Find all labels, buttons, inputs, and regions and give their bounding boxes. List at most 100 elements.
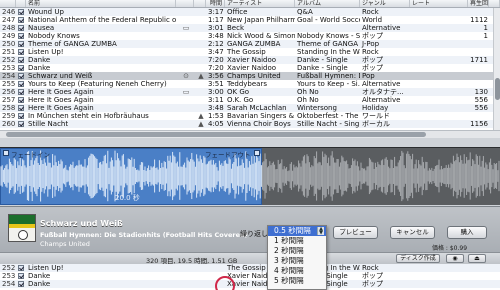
track-plays: 1 (483, 32, 488, 40)
track-checkbox[interactable] (16, 88, 26, 96)
artist-name: Champs United (40, 240, 90, 248)
checkbox-icon[interactable] (18, 33, 24, 39)
checkbox-icon[interactable] (18, 89, 24, 95)
track-checkbox[interactable] (16, 24, 26, 32)
checkbox-icon[interactable] (18, 57, 24, 63)
checkbox-icon[interactable] (18, 25, 24, 31)
table-row[interactable]: 253DankeXavier NaidooDanke - Singleポップ (0, 272, 500, 280)
dropdown-option[interactable]: 5 秒間隔 (268, 276, 326, 286)
table-row[interactable]: 253 Danke 7:20 Xavier Naidoo Danke - Single ポ… (0, 64, 500, 72)
dropdown-option[interactable]: 2 秒間隔 (268, 246, 326, 256)
checkbox-icon[interactable] (18, 105, 24, 111)
track-checkbox[interactable] (16, 280, 26, 288)
table-row[interactable]: 255 Yours to Keep (Featuring Neneh Cherry… (0, 80, 500, 88)
table-row[interactable]: 256 Here It Goes Again ▭ 3:00 OK Go Oh No オルタナ… (0, 88, 500, 96)
checkbox-icon[interactable] (18, 49, 24, 55)
lower-track-list: 252 Listen Up! The Gossip Standing In the W… (0, 264, 500, 290)
dropdown-option[interactable]: 3 秒間隔 (268, 256, 326, 266)
checkbox-icon[interactable] (18, 281, 24, 287)
table-row[interactable]: 246 Wound Up 3:17 Office Q&A Rock (0, 8, 500, 16)
track-checkbox[interactable] (16, 64, 26, 72)
checkbox-icon[interactable] (18, 97, 24, 103)
dropdown-option[interactable]: 1 秒間隔 (268, 236, 326, 246)
fade-out-checkbox[interactable] (254, 150, 260, 156)
track-number: 252 (2, 264, 16, 272)
vertical-scrollbar[interactable] (493, 8, 500, 130)
track-time: 1:53 (208, 112, 224, 120)
table-row[interactable]: 247 National Anthem of the Federal Republ… (0, 16, 500, 24)
scroll-thumb[interactable] (495, 78, 500, 100)
track-checkbox[interactable] (16, 40, 26, 48)
waveform-editor[interactable]: フェードイン フェードアウト 20.0 秒 (0, 147, 500, 205)
eye-icon[interactable]: ◉ (446, 254, 464, 263)
checkbox-icon[interactable] (18, 113, 24, 119)
track-checkbox[interactable] (16, 120, 26, 128)
column-header[interactable]: アルバム (295, 0, 360, 7)
checkbox-icon[interactable] (18, 9, 24, 15)
hscroll-thumb[interactable] (6, 132, 426, 137)
repeat-dropdown[interactable]: ▲ ▼ 0.5 秒間隔 1 秒間隔 2 秒間隔 3 秒間隔 4 秒間隔 5 秒間隔 (267, 225, 327, 290)
table-row[interactable]: 259 In München steht ein Hofbräuhaus ▲ 1:53… (0, 112, 500, 120)
table-row[interactable]: 250 Theme of GANGA ZUMBA 2:12 GANGA ZUMBA Th… (0, 40, 500, 48)
track-plays: 130 (474, 88, 488, 96)
column-header[interactable] (0, 0, 16, 7)
checkbox-icon[interactable] (18, 17, 24, 23)
column-header[interactable] (176, 0, 194, 7)
table-row[interactable]: 249 Nobody Knows 3:48 Nick Wood & Simon... N… (0, 32, 500, 40)
track-genre: Rock (362, 48, 379, 56)
track-checkbox[interactable] (16, 32, 26, 40)
track-checkbox[interactable] (16, 72, 26, 80)
buy-button[interactable]: 購入 (447, 226, 487, 239)
table-row[interactable]: 254 Schwarz und Weiß ⊙ ▲ 3:56 Champs United Fu… (0, 72, 500, 80)
column-header[interactable]: レート (410, 0, 468, 7)
eject-icon[interactable]: ⏏ (468, 254, 486, 263)
track-checkbox[interactable] (16, 264, 26, 272)
checkbox-icon[interactable] (18, 41, 24, 47)
column-header[interactable]: アーティスト (225, 0, 295, 7)
column-header[interactable]: 時間 (206, 0, 225, 7)
column-header[interactable]: 再生回数 (468, 0, 489, 7)
status-bar: 320 項目, 19.5 時間, 1.51 GB ディスク作成 ◉ ⏏ (0, 252, 500, 265)
table-row[interactable]: 257 Here It Goes Again 3:11 O.K. Go Oh No Alt… (0, 96, 500, 104)
track-name: Nausea (28, 24, 55, 32)
track-checkbox[interactable] (16, 112, 26, 120)
track-checkbox[interactable] (16, 16, 26, 24)
checkbox-icon[interactable] (18, 273, 24, 279)
table-row[interactable]: 258 Here It Goes Again 3:48 Sarah McLachlan… (0, 104, 500, 112)
preview-button[interactable]: プレビュー (333, 226, 378, 239)
track-checkbox[interactable] (16, 56, 26, 64)
column-header[interactable] (194, 0, 206, 7)
table-row[interactable]: 248 Nausea ▭ 3:01 Beck Alternative 1 (0, 24, 500, 32)
fade-in-checkbox[interactable] (3, 150, 9, 156)
track-checkbox[interactable] (16, 48, 26, 56)
table-row[interactable]: 254DankeXavier NaidooDanke - Singleポップ (0, 280, 500, 288)
checkbox-icon[interactable] (18, 73, 24, 79)
track-checkbox[interactable] (16, 8, 26, 16)
checkbox-icon[interactable] (18, 65, 24, 71)
chevron-updown-icon[interactable]: ▲ ▼ (317, 227, 324, 236)
track-genre: ポップ (362, 32, 383, 40)
column-header[interactable]: 名前 (26, 0, 176, 7)
track-checkbox[interactable] (16, 80, 26, 88)
column-header[interactable]: ジャンル (360, 0, 410, 7)
dropdown-option[interactable]: 4 秒間隔 (268, 266, 326, 276)
track-number: 250 (2, 40, 16, 48)
table-row[interactable]: 260 Stille Nacht ▲ 4:05 Vienna Choir Boys Sti… (0, 120, 500, 128)
cancel-button[interactable]: キャンセル (390, 226, 435, 239)
column-header[interactable] (16, 0, 26, 7)
track-artist: Beck (227, 24, 245, 32)
table-row[interactable]: 252 Listen Up! The Gossip Standing In the W… (0, 264, 500, 272)
checkbox-icon[interactable] (18, 265, 24, 271)
column-header[interactable] (489, 0, 500, 7)
track-time: 4:05 (208, 120, 224, 128)
checkbox-icon[interactable] (18, 121, 24, 127)
checkbox-icon[interactable] (18, 81, 24, 87)
track-checkbox[interactable] (16, 104, 26, 112)
burn-disc-button[interactable]: ディスク作成 (396, 254, 440, 263)
track-checkbox[interactable] (16, 272, 26, 280)
horizontal-scrollbar[interactable] (0, 130, 500, 138)
table-row[interactable]: 252 Danke 7:20 Xavier Naidoo Danke - Single ポ… (0, 56, 500, 64)
track-checkbox[interactable] (16, 96, 26, 104)
table-row[interactable]: 251 Listen Up! 3:47 The Gossip Standing In t… (0, 48, 500, 56)
track-album: Fußball Hymnen: D... (297, 72, 360, 80)
